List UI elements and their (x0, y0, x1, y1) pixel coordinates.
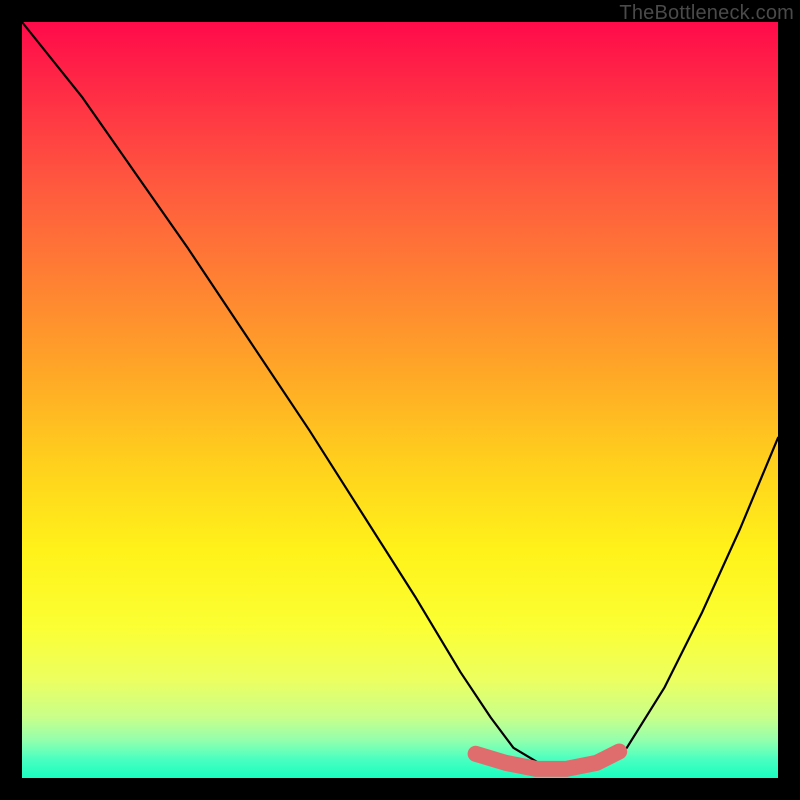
watermark-text: TheBottleneck.com (619, 2, 794, 25)
bottleneck-curve (22, 22, 778, 770)
chart-svg (22, 22, 778, 778)
chart-frame: TheBottleneck.com (0, 0, 800, 800)
optimal-range-highlight (476, 752, 620, 769)
plot-area (22, 22, 778, 778)
